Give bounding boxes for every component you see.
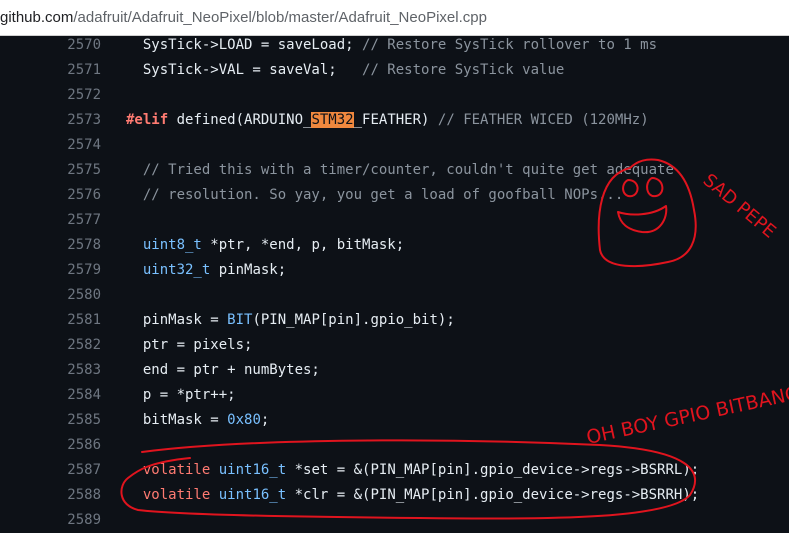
code-token: volatile	[142, 462, 211, 478]
code-token: // resolution. So yay, you get a load of…	[126, 187, 624, 203]
code-token: uint16_t	[218, 487, 287, 503]
code-token: STM32	[311, 112, 354, 128]
code-token: defined(ARDUINO_	[168, 112, 312, 128]
url-path: /adafruit/Adafruit_NeoPixel/blob/master/…	[73, 9, 487, 26]
code-token: uint32_t	[142, 262, 211, 278]
line-source: bitMask = 0x80;	[126, 408, 269, 433]
url-text[interactable]: github.com/adafruit/Adafruit_NeoPixel/bl…	[0, 9, 487, 26]
line-number[interactable]: 2586	[40, 433, 101, 458]
code-token: SysTick->LOAD = saveLoad;	[126, 37, 363, 53]
code-line: 2578 uint8_t *ptr, *end, p, bitMask;	[0, 233, 789, 258]
code-line: 2574	[0, 133, 789, 158]
code-line: 2571 SysTick->VAL = saveVal; // Restore …	[0, 58, 789, 83]
code-token: // Restore SysTick value	[362, 62, 565, 78]
line-number[interactable]: 2581	[40, 308, 101, 333]
code-line: 2584 p = *ptr++;	[0, 383, 789, 408]
line-source: SysTick->VAL = saveVal; // Restore SysTi…	[126, 58, 564, 83]
code-line: 2589	[0, 508, 789, 533]
code-line: 2586	[0, 433, 789, 458]
browser-address-bar[interactable]: github.com/adafruit/Adafruit_NeoPixel/bl…	[0, 0, 789, 36]
line-number[interactable]: 2570	[40, 33, 101, 58]
line-source: // resolution. So yay, you get a load of…	[126, 183, 623, 208]
line-number[interactable]: 2588	[40, 483, 101, 508]
code-line: 2588 volatile uint16_t *clr = &(PIN_MAP[…	[0, 483, 789, 508]
code-line: 2580	[0, 283, 789, 308]
line-source: pinMask = BIT(PIN_MAP[pin].gpio_bit);	[126, 308, 455, 333]
code-token: *ptr, *end, p, bitMask;	[201, 237, 405, 253]
code-token: (PIN_MAP[pin].gpio_bit);	[252, 312, 455, 328]
line-number[interactable]: 2589	[40, 508, 101, 533]
line-number[interactable]: 2583	[40, 358, 101, 383]
line-number[interactable]: 2578	[40, 233, 101, 258]
line-number[interactable]: 2580	[40, 283, 101, 308]
line-source: // Tried this with a timer/counter, coul…	[126, 158, 674, 183]
code-line: 2573 #elif defined(ARDUINO_STM32_FEATHER)…	[0, 108, 789, 133]
code-token: pinMask;	[210, 262, 287, 278]
code-line: 2577	[0, 208, 789, 233]
code-token: end = ptr + numBytes;	[126, 362, 320, 378]
code-token: 0x80	[227, 412, 261, 428]
code-token: p = *ptr++;	[126, 387, 236, 403]
code-token: uint8_t	[142, 237, 202, 253]
line-number[interactable]: 2584	[40, 383, 101, 408]
line-source: end = ptr + numBytes;	[126, 358, 320, 383]
code-view: 2570 SysTick->LOAD = saveLoad; // Restor…	[0, 33, 789, 533]
code-token: SysTick->VAL = saveVal;	[126, 62, 363, 78]
code-line: 2572	[0, 83, 789, 108]
code-token: // FEATHER WICED (120MHz)	[437, 112, 649, 128]
line-number[interactable]: 2573	[40, 108, 101, 133]
code-line: 2581 pinMask = BIT(PIN_MAP[pin].gpio_bit…	[0, 308, 789, 333]
line-source: p = *ptr++;	[126, 383, 236, 408]
code-token: uint16_t	[218, 462, 287, 478]
line-number[interactable]: 2576	[40, 183, 101, 208]
code-token: _FEATHER)	[353, 112, 438, 128]
code-line: 2576 // resolution. So yay, you get a lo…	[0, 183, 789, 208]
code-line: 2587 volatile uint16_t *set = &(PIN_MAP[…	[0, 458, 789, 483]
code-line: 2583 end = ptr + numBytes;	[0, 358, 789, 383]
code-line: 2582 ptr = pixels;	[0, 333, 789, 358]
code-token: *clr = &(PIN_MAP[pin].gpio_device->regs-…	[286, 487, 700, 503]
code-token: *set = &(PIN_MAP[pin].gpio_device->regs-…	[286, 462, 700, 478]
line-number[interactable]: 2582	[40, 333, 101, 358]
code-token: volatile	[142, 487, 211, 503]
code-line: 2575 // Tried this with a timer/counter,…	[0, 158, 789, 183]
line-number[interactable]: 2577	[40, 208, 101, 233]
code-token: BIT	[227, 312, 253, 328]
line-source: SysTick->LOAD = saveLoad; // Restore Sys…	[126, 33, 657, 58]
code-token: #elif	[126, 112, 169, 128]
line-source: uint8_t *ptr, *end, p, bitMask;	[126, 233, 404, 258]
url-host: github.com	[0, 9, 74, 26]
code-token: // Restore SysTick rollover to 1 ms	[362, 37, 658, 53]
line-source: volatile uint16_t *clr = &(PIN_MAP[pin].…	[126, 483, 699, 508]
line-number[interactable]: 2585	[40, 408, 101, 433]
line-number[interactable]: 2572	[40, 83, 101, 108]
code-line: 2570 SysTick->LOAD = saveLoad; // Restor…	[0, 33, 789, 58]
line-source: #elif defined(ARDUINO_STM32_FEATHER) // …	[126, 108, 649, 133]
line-number[interactable]: 2575	[40, 158, 101, 183]
line-number[interactable]: 2579	[40, 258, 101, 283]
code-line: 2585 bitMask = 0x80;	[0, 408, 789, 433]
line-number[interactable]: 2587	[40, 458, 101, 483]
code-token: pinMask =	[126, 312, 228, 328]
line-source: ptr = pixels;	[126, 333, 253, 358]
code-token: bitMask =	[126, 412, 228, 428]
code-line: 2579 uint32_t pinMask;	[0, 258, 789, 283]
code-token: ptr = pixels;	[126, 337, 253, 353]
code-token: // Tried this with a timer/counter, coul…	[126, 162, 674, 178]
line-number[interactable]: 2571	[40, 58, 101, 83]
line-number[interactable]: 2574	[40, 133, 101, 158]
code-token: ;	[260, 412, 270, 428]
line-source: volatile uint16_t *set = &(PIN_MAP[pin].…	[126, 458, 699, 483]
line-source: uint32_t pinMask;	[126, 258, 286, 283]
